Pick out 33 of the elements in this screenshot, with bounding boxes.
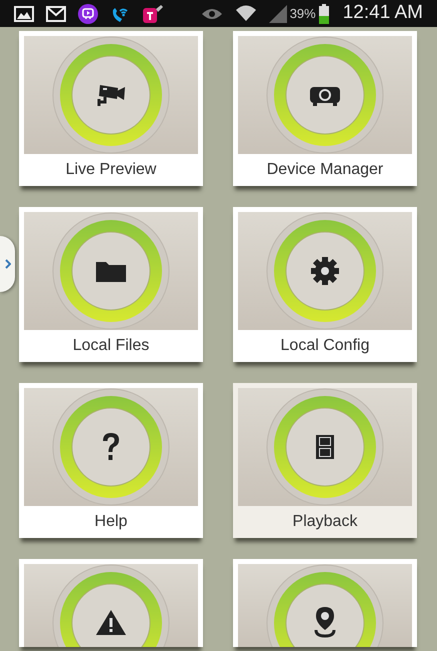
film-icon — [316, 435, 334, 459]
menu-tile[interactable]: Live Preview — [19, 31, 203, 186]
tile-label: Device Manager — [266, 160, 384, 180]
carrier-icon — [142, 4, 164, 24]
menu-tile[interactable]: Local Config — [233, 207, 417, 362]
menu-tile[interactable]: Local Files — [19, 207, 203, 362]
app-icon — [78, 4, 98, 24]
gallery-icon — [14, 6, 34, 22]
location-pin-icon — [316, 607, 334, 636]
battery-icon — [318, 4, 329, 24]
tile-label: Local Files — [72, 336, 150, 356]
chevron-right-icon — [4, 259, 10, 269]
help-icon — [103, 433, 119, 460]
tile-label: Playback — [292, 512, 358, 532]
battery-percent: 39% — [290, 4, 316, 23]
signal-icon — [268, 4, 287, 22]
projector-icon — [310, 87, 340, 106]
menu-tile[interactable]: Playback — [233, 383, 417, 538]
clock: 12:41 AM — [342, 1, 423, 26]
menu-tile[interactable]: Help — [19, 383, 203, 538]
eye-icon — [200, 6, 223, 20]
camera-icon — [99, 85, 125, 106]
warning-icon — [96, 610, 126, 635]
tile-label: Local Config — [280, 336, 370, 356]
wifi-icon — [234, 4, 257, 24]
menu-tile[interactable]: Device Manager — [233, 31, 417, 186]
mail-icon — [46, 6, 66, 22]
folder-icon — [96, 262, 126, 282]
tile-label: Help — [94, 512, 128, 532]
menu-tile[interactable] — [233, 559, 417, 647]
menu-tile[interactable] — [19, 559, 203, 647]
tile-label: Live Preview — [66, 160, 156, 180]
drawer-handle[interactable] — [0, 236, 15, 292]
